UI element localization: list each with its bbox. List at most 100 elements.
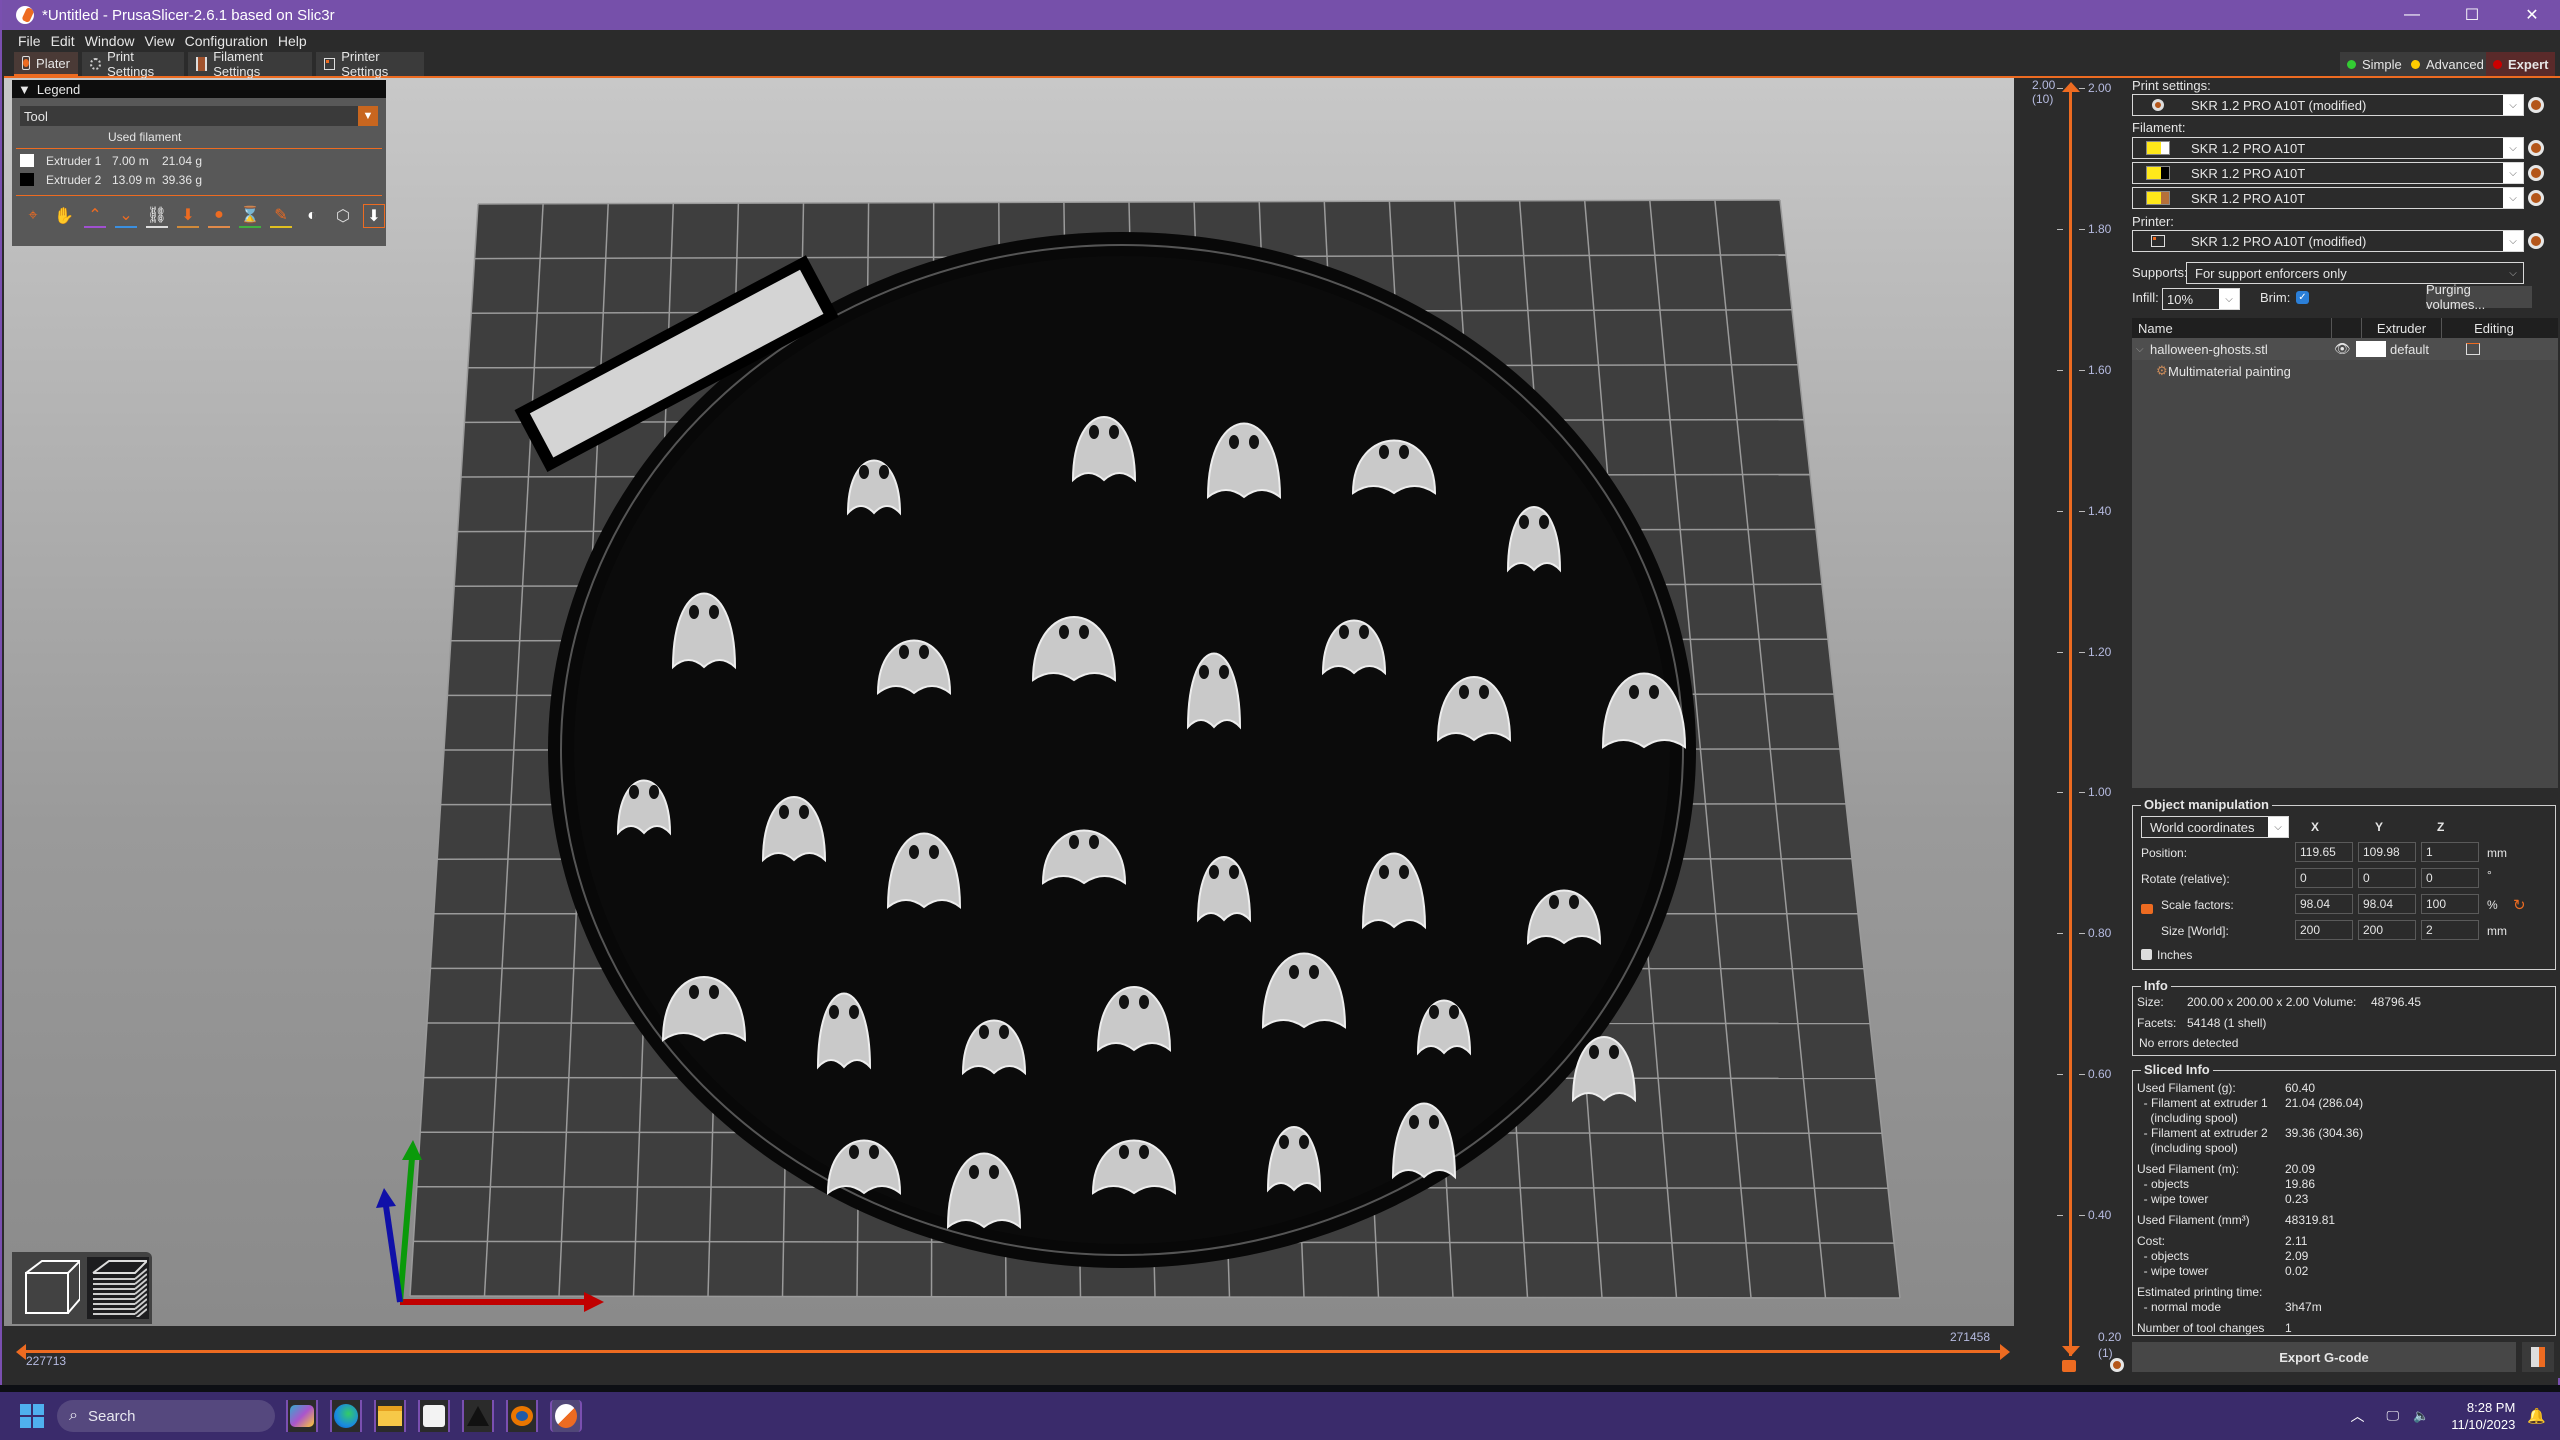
shells-icon[interactable]: ⬡	[332, 204, 354, 228]
layer-slider-track[interactable]	[2069, 88, 2072, 1356]
filament-1-edit-icon[interactable]	[2528, 140, 2544, 156]
deretractions-icon[interactable]: ⌄	[115, 204, 137, 228]
print-settings-combo[interactable]: SKR 1.2 PRO A10T (modified) ⌵	[2132, 94, 2524, 116]
custom-gcode-icon[interactable]: ✎	[270, 204, 292, 228]
expand-chevron-icon[interactable]: ⌵	[2132, 344, 2148, 355]
printer-value: SKR 1.2 PRO A10T (modified)	[2191, 233, 2367, 249]
editing-icon[interactable]	[2466, 343, 2480, 355]
export-to-sd-button[interactable]	[2522, 1342, 2554, 1372]
seams-icon[interactable]: ⛓	[146, 204, 168, 228]
position-y-input[interactable]: 109.98	[2358, 842, 2416, 862]
rotate-x-input[interactable]: 0	[2295, 868, 2353, 888]
pause-prints-icon[interactable]: ⌛	[239, 204, 261, 228]
menu-view[interactable]: View	[142, 33, 182, 49]
column-name[interactable]: Name	[2132, 318, 2332, 338]
printer-combo[interactable]: SKR 1.2 PRO A10T (modified) ⌵	[2132, 230, 2524, 252]
size-x-input[interactable]: 200	[2295, 920, 2353, 940]
view-type-dropdown[interactable]: Tool ▼	[20, 106, 378, 126]
position-x-input[interactable]: 119.65	[2295, 842, 2353, 862]
menu-edit[interactable]: Edit	[49, 33, 83, 49]
tab-print-settings[interactable]: Print Settings	[82, 49, 184, 79]
print-settings-edit-icon[interactable]	[2528, 97, 2544, 113]
export-gcode-button[interactable]: Export G-code	[2132, 1342, 2516, 1372]
inkscape-icon[interactable]	[462, 1400, 494, 1432]
volume-icon[interactable]: 🔈	[2413, 1408, 2429, 1424]
tray-overflow-chevron-icon[interactable]: ︿	[2350, 1406, 2364, 1426]
scale-y-input[interactable]: 98.04	[2358, 894, 2416, 914]
tool-changes-icon[interactable]: ⬇	[177, 204, 199, 228]
tool-marker-icon[interactable]: ⬇	[363, 204, 385, 228]
filament-combo-3[interactable]: SKR 1.2 PRO A10T ⌵	[2132, 187, 2524, 209]
preview-button[interactable]	[87, 1257, 149, 1319]
size-z-input[interactable]: 2	[2421, 920, 2479, 940]
mode-expert-button[interactable]: Expert	[2486, 52, 2556, 76]
coordinates-combo[interactable]: World coordinates ⌵	[2141, 816, 2289, 838]
notification-bell-icon[interactable]: 🔔	[2527, 1407, 2546, 1425]
tab-printer-settings[interactable]: Printer Settings	[316, 49, 424, 79]
layer-slider[interactable]: 2.00 (10) 2.00 1.80 1.60 1.40 1.20 1.00 0.80 0.…	[2014, 78, 2130, 1372]
scale-x-input[interactable]: 98.04	[2295, 894, 2353, 914]
travel-icon[interactable]: ⌖	[22, 204, 44, 228]
menu-file[interactable]: File	[4, 33, 49, 49]
size-y-input[interactable]: 200	[2358, 920, 2416, 940]
retractions-icon[interactable]: ⌃	[84, 204, 106, 228]
clock[interactable]: 8:28 PM 11/10/2023	[2451, 1399, 2515, 1433]
ms-store-icon[interactable]	[418, 1400, 450, 1432]
purging-volumes-button[interactable]: Purging volumes...	[2426, 282, 2532, 312]
filament-combo-2[interactable]: SKR 1.2 PRO A10T ⌵	[2132, 162, 2524, 184]
infill-combo[interactable]: 10% ⌵	[2162, 288, 2240, 310]
filament-combo-1[interactable]: SKR 1.2 PRO A10T ⌵	[2132, 137, 2524, 159]
prusaslicer-icon[interactable]	[550, 1400, 582, 1432]
menu-window[interactable]: Window	[83, 33, 143, 49]
object-subitem-row[interactable]: ⚙ Multimaterial painting	[2132, 360, 2558, 382]
center-of-gravity-icon[interactable]: ◐	[301, 204, 323, 228]
brim-checkbox[interactable]: ✓	[2296, 291, 2309, 304]
3d-preview-canvas[interactable]: ▼ Legend Tool ▼ Used filament Extruder 1…	[4, 78, 2014, 1326]
reset-scale-icon[interactable]: ↻	[2513, 896, 2526, 914]
maximize-button[interactable]: ☐	[2442, 0, 2502, 30]
scale-z-input[interactable]: 100	[2421, 894, 2479, 914]
copilot-icon[interactable]	[286, 1400, 318, 1432]
printer-edit-icon[interactable]	[2528, 233, 2544, 249]
blender-icon[interactable]	[506, 1400, 538, 1432]
tab-filament-settings[interactable]: Filament Settings	[188, 49, 312, 79]
start-button[interactable]	[20, 1404, 44, 1428]
minimize-button[interactable]: —	[2382, 0, 2442, 30]
filament-3-edit-icon[interactable]	[2528, 190, 2544, 206]
color-changes-icon[interactable]: ●	[208, 204, 230, 228]
tab-plater[interactable]: Plater	[14, 52, 78, 76]
close-button[interactable]: ✕	[2502, 0, 2560, 30]
cog-icon[interactable]	[2110, 1358, 2124, 1372]
rotate-y-input[interactable]: 0	[2358, 868, 2416, 888]
move-slider-track[interactable]	[22, 1350, 2002, 1353]
edge-icon[interactable]	[330, 1400, 362, 1432]
position-z-input[interactable]: 1	[2421, 842, 2479, 862]
top-thumb[interactable]	[2062, 82, 2080, 92]
lock-open-icon[interactable]	[2141, 904, 2153, 914]
extruder-value[interactable]: default	[2390, 342, 2466, 357]
supports-combo[interactable]: For support enforcers only ⌵	[2186, 262, 2524, 284]
file-explorer-icon[interactable]	[374, 1400, 406, 1432]
menu-configuration[interactable]: Configuration	[183, 33, 276, 49]
right-thumb[interactable]	[2000, 1344, 2010, 1360]
menu-help[interactable]: Help	[276, 33, 315, 49]
column-visibility[interactable]	[2332, 318, 2362, 338]
left-thumb[interactable]	[16, 1344, 26, 1360]
column-extruder[interactable]: Extruder	[2362, 318, 2442, 338]
move-slider[interactable]: 271458 227713	[4, 1326, 2014, 1368]
bottom-thumb[interactable]	[2062, 1346, 2080, 1356]
inches-checkbox[interactable]	[2141, 949, 2152, 960]
3d-view-button[interactable]	[20, 1257, 82, 1319]
rotate-z-input[interactable]: 0	[2421, 868, 2479, 888]
mode-advanced-button[interactable]: Advanced	[2404, 52, 2491, 76]
network-icon[interactable]: 🖵	[2386, 1408, 2399, 1424]
column-editing[interactable]: Editing	[2442, 318, 2546, 338]
lock-icon[interactable]	[2062, 1360, 2076, 1372]
wipe-icon[interactable]: ✋	[53, 204, 75, 228]
mode-simple-button[interactable]: Simple	[2340, 52, 2409, 76]
object-row[interactable]: ⌵ halloween-ghosts.stl 👁 default	[2132, 338, 2558, 360]
eye-icon[interactable]: 👁	[2334, 341, 2356, 357]
legend-header[interactable]: ▼ Legend	[12, 80, 386, 98]
filament-2-edit-icon[interactable]	[2528, 165, 2544, 181]
taskbar-search[interactable]: ⌕ Search	[57, 1400, 275, 1432]
